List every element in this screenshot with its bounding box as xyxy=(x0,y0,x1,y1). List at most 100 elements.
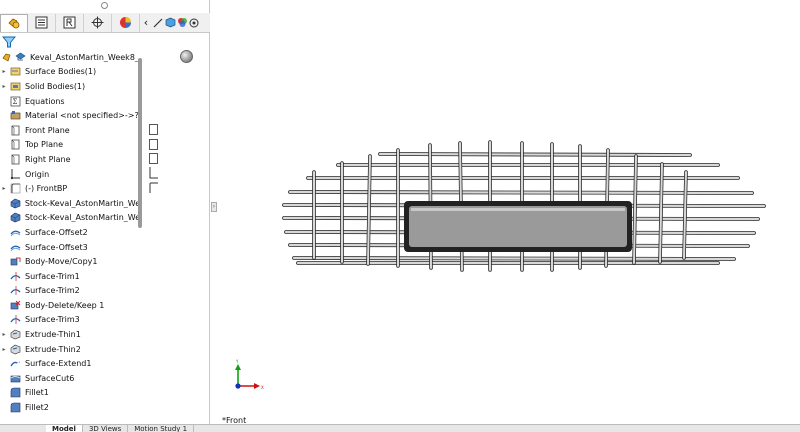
tab-dimxpert-manager[interactable] xyxy=(84,13,112,32)
tree-item[interactable]: Surface-Trim2 xyxy=(0,284,138,299)
tree-root[interactable]: Keval_AstonMartin_Week8_G xyxy=(0,50,138,65)
tree-item-label: Surface-Trim3 xyxy=(25,315,80,325)
tree-item[interactable]: Surface-Trim3 xyxy=(0,313,138,328)
surface-trim-icon xyxy=(10,271,21,281)
tab-scroll-left-icon[interactable]: ‹ xyxy=(140,14,152,32)
tree-item-label: Body-Move/Copy1 xyxy=(25,257,98,267)
tree-item[interactable]: ▸ Extrude-Thin2 xyxy=(0,342,138,357)
tree-scrollbar[interactable] xyxy=(138,58,142,228)
tree-item[interactable]: Fillet2 xyxy=(0,400,138,415)
bottom-tab[interactable]: Motion Study 1 xyxy=(128,425,195,432)
panel-collapse-handle[interactable]: › xyxy=(211,202,217,212)
tree-item-label: Surface Bodies(1) xyxy=(25,67,97,77)
tab-configuration-manager[interactable] xyxy=(56,13,84,32)
extrude-thin-icon xyxy=(10,344,21,355)
surface-cut-icon xyxy=(10,375,21,383)
tree-item[interactable]: ▸ Solid Bodies(1) xyxy=(0,79,138,94)
tree-item[interactable]: Fillet1 xyxy=(0,386,138,401)
stock-body-icon xyxy=(10,198,21,209)
tree-item-label: Stock-Keval_AstonMartin_We xyxy=(24,213,138,223)
appearance-icon[interactable] xyxy=(176,14,188,32)
panel-grip-icon[interactable] xyxy=(101,2,108,9)
body-move-icon xyxy=(10,257,21,266)
svg-text:Σ: Σ xyxy=(13,98,18,106)
solid-bodies-folder-icon xyxy=(10,82,21,91)
tree-item[interactable]: Top Plane xyxy=(0,138,138,153)
tree-item[interactable]: Σ Equations xyxy=(0,94,138,109)
tree-item-label: Surface-Trim1 xyxy=(25,271,80,281)
graphics-area[interactable]: *Front Y X xyxy=(218,0,800,425)
filter-icon[interactable] xyxy=(2,35,16,49)
part-document-icon xyxy=(15,52,26,61)
surface-offset-icon xyxy=(10,245,21,251)
surface-extend-icon xyxy=(10,361,21,367)
tree-item[interactable]: ▸ Extrude-Thin1 xyxy=(0,327,138,342)
tab-display-manager[interactable] xyxy=(112,13,140,32)
tree-item-label: Material <not specified>->? xyxy=(24,111,138,121)
expand-arrow-icon[interactable]: ▸ xyxy=(0,331,8,338)
tree-root-label: Keval_AstonMartin_Week8_G xyxy=(30,52,138,62)
tree-item[interactable]: Surface-Offset2 xyxy=(0,225,138,240)
sketch-icon xyxy=(10,183,21,194)
tree-item[interactable]: Material <not specified>->? xyxy=(0,108,138,123)
triad-y-axis-icon xyxy=(235,364,241,386)
tree-item-label: Fillet1 xyxy=(25,388,49,398)
top-plane-marker-icon xyxy=(149,139,158,150)
tree-item[interactable]: SurfaceCut6 xyxy=(0,371,138,386)
tree-item-label: Front Plane xyxy=(25,125,70,135)
tree-item[interactable]: Body-Move/Copy1 xyxy=(0,254,138,269)
expand-arrow-icon[interactable]: ▸ xyxy=(0,68,8,75)
manager-tab-bar: ‹ xyxy=(0,13,210,33)
feature-tree: Keval_AstonMartin_Week8_G ▸ Surface Bodie… xyxy=(0,50,138,422)
origin-icon xyxy=(10,168,20,179)
tree-item-label: Top Plane xyxy=(25,140,63,150)
tree-item[interactable]: Surface-Offset3 xyxy=(0,240,138,255)
tree-item[interactable]: Body-Delete/Keep 1 xyxy=(0,298,138,313)
bottom-tab[interactable]: 3D Views xyxy=(83,425,129,432)
tree-item[interactable]: Surface-Trim1 xyxy=(0,269,138,284)
bottom-tab[interactable]: Model xyxy=(46,425,83,432)
tree-item[interactable]: Right Plane xyxy=(0,152,138,167)
fillet-icon xyxy=(10,388,21,398)
tree-item[interactable]: Front Plane xyxy=(0,123,138,138)
feature-manager-panel: ‹ Keval_AstonMartin_Week8_G ▸ Surface Bo… xyxy=(0,0,210,432)
body-delete-icon xyxy=(10,300,21,310)
surface-trim-icon xyxy=(10,315,21,325)
tree-item-label: Solid Bodies(1) xyxy=(25,81,86,91)
tree-item[interactable]: Stock-Keval_AstonMartin_We xyxy=(0,196,138,211)
sketch-marker-icon xyxy=(149,182,158,193)
extrude-thin-icon xyxy=(10,329,21,340)
triad-z-axis-icon xyxy=(235,383,241,389)
surface-offset-icon xyxy=(10,230,21,237)
tab-feature-manager[interactable] xyxy=(0,13,28,32)
tree-item-label: Fillet2 xyxy=(25,403,49,413)
triad-x-label: X xyxy=(261,385,264,390)
display-ball-icon[interactable] xyxy=(180,50,193,63)
tree-item-label: Body-Delete/Keep 1 xyxy=(25,300,105,310)
triad-y-label: Y xyxy=(235,359,239,364)
sketch-pen-icon[interactable] xyxy=(152,14,164,32)
tree-item[interactable]: ▸ Surface Bodies(1) xyxy=(0,65,138,80)
tree-item[interactable]: ▸ (-) FrontBP xyxy=(0,181,138,196)
expand-arrow-icon[interactable]: ▸ xyxy=(0,83,8,90)
grille-bar-highlight xyxy=(378,152,692,157)
tree-item[interactable]: Surface-Extend1 xyxy=(0,356,138,371)
tree-item[interactable]: Stock-Keval_AstonMartin_We xyxy=(0,211,138,226)
scene-icon[interactable] xyxy=(188,14,200,32)
tree-item-label: Right Plane xyxy=(25,154,71,164)
fillet-icon xyxy=(10,402,21,413)
license-plate-highlight xyxy=(411,208,625,211)
part-icon xyxy=(2,53,11,62)
tab-property-manager[interactable] xyxy=(28,13,56,32)
tree-item-label: Surface-Offset2 xyxy=(25,227,88,237)
expand-arrow-icon[interactable]: ▸ xyxy=(0,346,8,353)
material-icon xyxy=(10,111,21,120)
property-manager-icon xyxy=(35,16,48,29)
grille-bar-highlight xyxy=(292,256,736,261)
grille-model xyxy=(282,140,766,272)
tree-item[interactable]: Origin xyxy=(0,167,138,182)
surface-bodies-folder-icon xyxy=(10,68,21,76)
cube-view-icon[interactable] xyxy=(164,14,176,32)
stock-body-icon xyxy=(10,212,21,223)
expand-arrow-icon[interactable]: ▸ xyxy=(0,185,8,192)
